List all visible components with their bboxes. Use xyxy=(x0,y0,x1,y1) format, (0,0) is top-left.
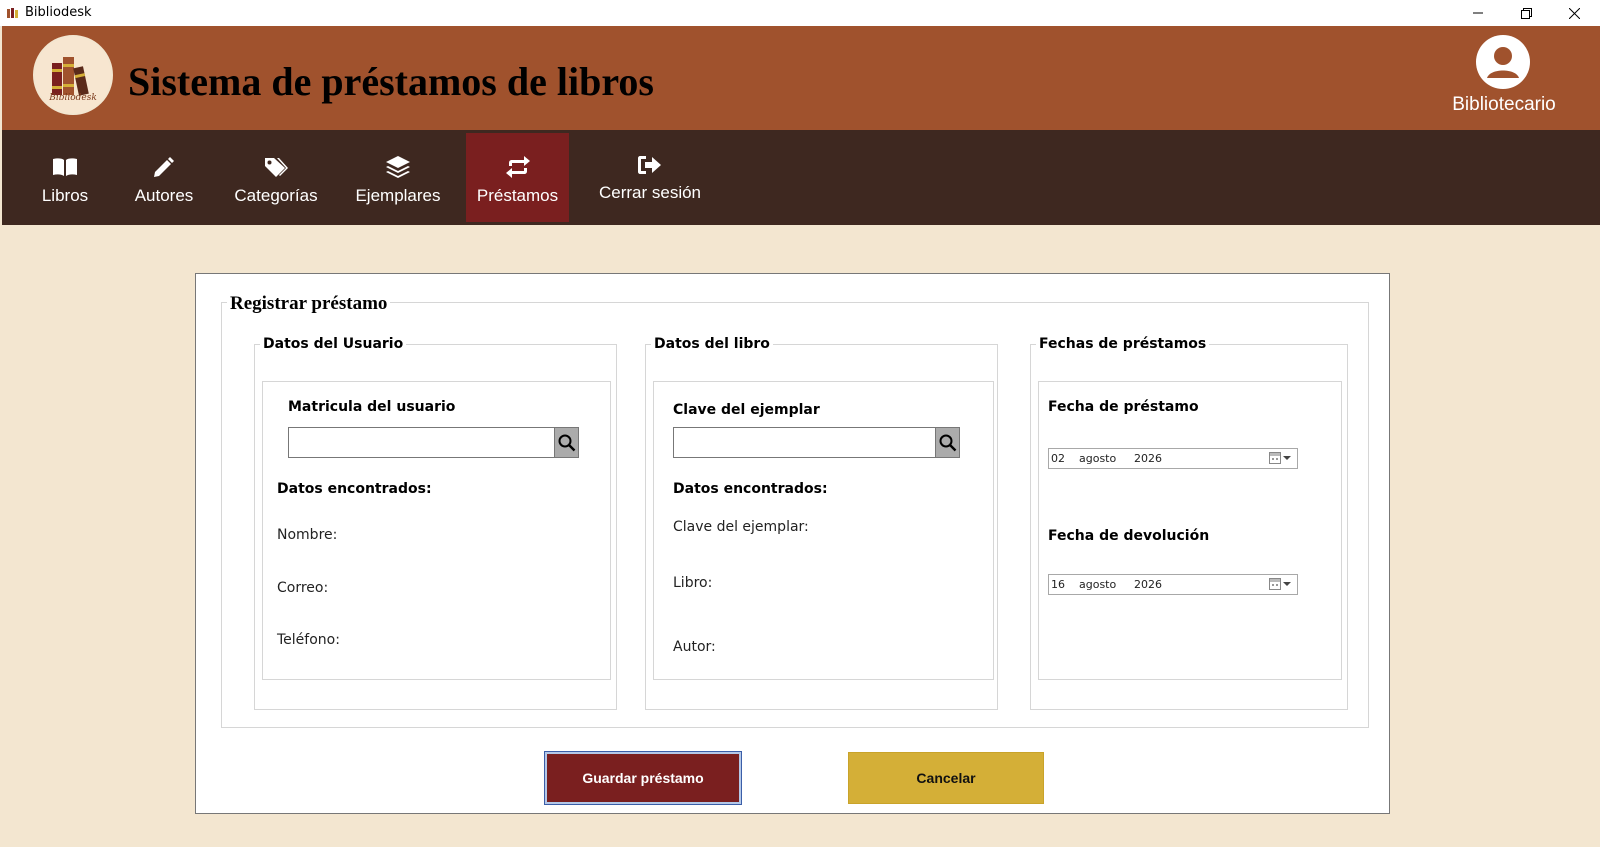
close-button[interactable] xyxy=(1551,0,1597,26)
nav-item-categorias[interactable]: Categorías xyxy=(228,133,324,222)
tags-icon xyxy=(262,155,290,179)
register-loan-group: Registrar préstamo Datos del Usuario Mat… xyxy=(221,293,1369,728)
dates-group: Fechas de préstamos Fecha de préstamo 02… xyxy=(1030,336,1348,710)
return-date-year: 2026 xyxy=(1134,578,1162,591)
calendar-dropdown-icon xyxy=(1269,452,1291,464)
search-user-button[interactable] xyxy=(554,427,579,458)
minimize-icon xyxy=(1473,12,1483,14)
calendar-dropdown-icon xyxy=(1269,578,1291,590)
nav-label: Cerrar sesión xyxy=(598,183,702,202)
search-icon xyxy=(939,434,956,451)
book-data-legend: Datos del libro xyxy=(651,336,773,352)
copy-key-input[interactable] xyxy=(673,427,936,458)
user-id-input[interactable] xyxy=(288,427,555,458)
user-role-label: Bibliotecario xyxy=(1452,94,1556,115)
user-id-label: Matricula del usuario xyxy=(288,399,456,415)
dates-legend: Fechas de préstamos xyxy=(1036,336,1210,352)
user-phone-label: Teléfono: xyxy=(277,632,340,648)
pencil-icon xyxy=(150,155,178,179)
book-found-label: Datos encontrados: xyxy=(673,481,828,497)
nav-item-ejemplares[interactable]: Ejemplares xyxy=(346,133,450,222)
sign-out-icon xyxy=(636,153,664,177)
layers-icon xyxy=(384,155,412,179)
nav-label: Autores xyxy=(134,186,194,205)
nav-label: Categorías xyxy=(234,186,318,205)
restore-button[interactable] xyxy=(1503,0,1549,26)
logo-text: Bibliodesk xyxy=(49,93,97,103)
main-nav: Libros Autores Categorías Ejemplares Pré… xyxy=(2,130,1600,225)
loan-date-day: 02 xyxy=(1051,452,1065,465)
dates-box: Fecha de préstamo 02 agosto 2026 Fecha d… xyxy=(1038,381,1342,680)
book-open-icon xyxy=(51,155,79,179)
search-icon xyxy=(558,434,575,451)
book-data-group: Datos del libro Clave del ejemplar Datos… xyxy=(645,336,998,710)
user-data-box: Matricula del usuario Datos encontrados:… xyxy=(262,381,611,680)
user-data-group: Datos del Usuario Matricula del usuario … xyxy=(254,336,617,710)
bibliodesk-logo: Bibliodesk xyxy=(33,35,113,115)
nav-item-cerrar-sesion[interactable]: Cerrar sesión xyxy=(590,133,710,222)
nav-label: Ejemplares xyxy=(355,186,441,205)
save-loan-button[interactable]: Guardar préstamo xyxy=(544,751,742,805)
app-header: Bibliodesk Sistema de préstamos de libro… xyxy=(2,26,1600,130)
copy-key-label: Clave del ejemplar xyxy=(673,402,820,418)
restore-icon xyxy=(1520,7,1532,19)
user-found-label: Datos encontrados: xyxy=(277,481,432,497)
app-icon xyxy=(7,8,18,18)
copy-key-result-label: Clave del ejemplar: xyxy=(673,519,809,535)
loan-form-panel: Registrar préstamo Datos del Usuario Mat… xyxy=(195,273,1390,814)
loan-date-label: Fecha de préstamo xyxy=(1048,399,1199,415)
loan-date-picker[interactable]: 02 agosto 2026 xyxy=(1048,448,1298,469)
user-avatar-icon[interactable] xyxy=(1476,35,1530,89)
exchange-icon xyxy=(504,155,532,179)
book-data-box: Clave del ejemplar Datos encontrados: Cl… xyxy=(653,381,994,680)
window-titlebar: Bibliodesk xyxy=(0,0,1600,27)
book-title-label: Libro: xyxy=(673,575,713,591)
user-data-legend: Datos del Usuario xyxy=(260,336,407,352)
nav-label: Préstamos xyxy=(476,186,559,205)
search-copy-button[interactable] xyxy=(935,427,960,458)
user-email-label: Correo: xyxy=(277,580,329,596)
nav-label: Libros xyxy=(41,186,89,205)
page-title: Sistema de préstamos de libros xyxy=(128,59,654,104)
return-date-day: 16 xyxy=(1051,578,1065,591)
close-icon xyxy=(1568,7,1580,19)
nav-item-prestamos[interactable]: Préstamos xyxy=(466,133,569,222)
minimize-button[interactable] xyxy=(1455,0,1501,26)
loan-date-year: 2026 xyxy=(1134,452,1162,465)
form-title: Registrar préstamo xyxy=(227,293,391,315)
window-title: Bibliodesk xyxy=(25,5,92,20)
user-name-label: Nombre: xyxy=(277,527,338,543)
book-author-label: Autor: xyxy=(673,639,716,655)
return-date-picker[interactable]: 16 agosto 2026 xyxy=(1048,574,1298,595)
nav-item-libros[interactable]: Libros xyxy=(30,133,100,222)
cancel-button[interactable]: Cancelar xyxy=(848,752,1044,804)
nav-item-autores[interactable]: Autores xyxy=(124,133,204,222)
loan-date-month: agosto xyxy=(1079,452,1117,465)
return-date-label: Fecha de devolución xyxy=(1048,528,1210,544)
return-date-month: agosto xyxy=(1079,578,1117,591)
